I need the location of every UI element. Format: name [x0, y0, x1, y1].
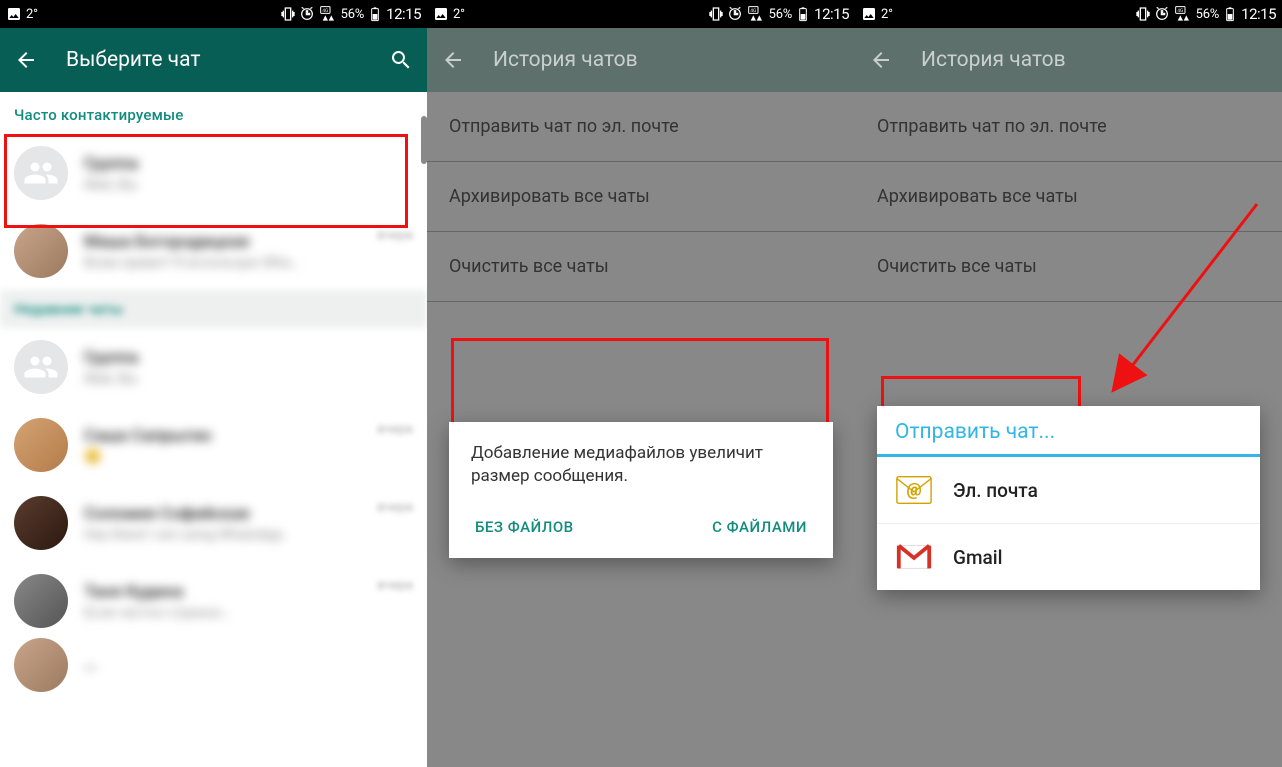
chat-list: Часто контактируемые Группа Имя, Вы Маша…: [0, 92, 427, 767]
share-option-label: Эл. почта: [953, 479, 1038, 502]
svg-text:4G: 4G: [322, 8, 328, 14]
share-option-gmail[interactable]: Gmail: [877, 524, 1260, 590]
status-battery-pct: 56%: [769, 7, 793, 22]
picture-icon: [861, 6, 877, 22]
back-icon[interactable]: [441, 48, 465, 72]
share-option-label: Gmail: [953, 546, 1002, 569]
status-battery-pct: 56%: [1196, 7, 1220, 22]
vibrate-icon: [280, 6, 296, 22]
page-title: Выберите чат: [66, 48, 389, 72]
status-battery-pct: 56%: [341, 7, 365, 22]
page-title: История чатов: [493, 48, 841, 72]
row-archive-all[interactable]: Архивировать все чаты: [427, 162, 855, 232]
status-time: 12:15: [1241, 5, 1276, 23]
vibrate-icon: [708, 6, 724, 22]
avatar: [14, 224, 68, 278]
picture-icon: [433, 6, 449, 22]
chat-row[interactable]: Группа Имя, Вы: [0, 328, 427, 406]
search-icon[interactable]: [389, 48, 413, 72]
battery-icon: [795, 6, 811, 22]
section-recent: Недавние чаты: [0, 290, 427, 328]
battery-icon: [367, 6, 383, 22]
share-sheet: Отправить чат... @ Эл. почта Gmail: [877, 406, 1260, 590]
back-icon[interactable]: [869, 48, 893, 72]
email-app-icon: @: [895, 471, 933, 509]
chat-row-group[interactable]: Группа Имя, Вы: [0, 134, 427, 212]
svg-text:4G: 4G: [750, 8, 756, 14]
status-temperature: 2°: [453, 7, 465, 22]
button-without-files[interactable]: БЕЗ ФАЙЛОВ: [471, 510, 578, 544]
alarm-icon: [727, 6, 743, 22]
phone-screen-1: 2° 4G 56% 12:15 Выберите чат Часто конта…: [0, 0, 427, 767]
row-email-chat[interactable]: Отправить чат по эл. почте: [855, 92, 1282, 162]
avatar: [14, 574, 68, 628]
status-bar: 2° 4G 56% 12:15: [427, 0, 855, 28]
gmail-icon: [895, 538, 933, 576]
share-sheet-title: Отправить чат...: [877, 406, 1260, 457]
group-avatar-icon: [14, 340, 68, 394]
app-bar: Выберите чат: [0, 28, 427, 92]
row-email-chat[interactable]: Отправить чат по эл. почте: [427, 92, 855, 162]
avatar: [14, 496, 68, 550]
alarm-icon: [1154, 6, 1170, 22]
row-clear-all[interactable]: Очистить все чаты: [855, 232, 1282, 302]
button-with-files[interactable]: С ФАЙЛАМИ: [708, 510, 811, 544]
row-archive-all[interactable]: Архивировать все чаты: [855, 162, 1282, 232]
alarm-icon: [299, 6, 315, 22]
section-frequent: Часто контактируемые: [0, 92, 427, 134]
chat-row[interactable]: Саша Сапрыгин 😊 вчера: [0, 406, 427, 484]
dialog-message: Добавление медиафайлов увеличит размер с…: [471, 442, 811, 488]
phone-screen-2: 2° 4G 56% 12:15 История чатов Отправить …: [427, 0, 855, 767]
settings-content: Отправить чат по эл. почте Архивировать …: [855, 92, 1282, 767]
status-bar: 2° 4G 56% 12:15: [855, 0, 1282, 28]
status-time: 12:15: [814, 5, 849, 23]
app-bar: История чатов: [427, 28, 855, 92]
chat-row[interactable]: …: [0, 640, 427, 690]
app-bar: История чатов: [855, 28, 1282, 92]
chat-row[interactable]: Соломия Софийская Hey there! I am using …: [0, 484, 427, 562]
status-temperature: 2°: [26, 7, 38, 22]
avatar: [14, 638, 68, 692]
svg-text:@: @: [906, 481, 921, 501]
status-time: 12:15: [386, 5, 421, 23]
status-bar: 2° 4G 56% 12:15: [0, 0, 427, 28]
group-avatar-icon: [14, 146, 68, 200]
chat-row[interactable]: Таня Кудина Если честно странно… вчера: [0, 562, 427, 640]
row-clear-all[interactable]: Очистить все чаты: [427, 232, 855, 302]
avatar: [14, 418, 68, 472]
network-icon: 4G: [1173, 6, 1193, 22]
vibrate-icon: [1135, 6, 1151, 22]
picture-icon: [6, 6, 22, 22]
phone-screen-3: 2° 4G 56% 12:15 История чатов Отправить …: [855, 0, 1282, 767]
settings-content: Отправить чат по эл. почте Архивировать …: [427, 92, 855, 767]
network-icon: 4G: [746, 6, 766, 22]
back-icon[interactable]: [14, 48, 38, 72]
status-temperature: 2°: [881, 7, 893, 22]
svg-text:4G: 4G: [1177, 8, 1183, 14]
network-icon: 4G: [318, 6, 338, 22]
media-dialog: Добавление медиафайлов увеличит размер с…: [449, 422, 833, 558]
battery-icon: [1222, 6, 1238, 22]
page-title: История чатов: [921, 48, 1268, 72]
chat-row[interactable]: Маша Богородицкая Всем привет! Я использ…: [0, 212, 427, 290]
share-option-email[interactable]: @ Эл. почта: [877, 457, 1260, 524]
